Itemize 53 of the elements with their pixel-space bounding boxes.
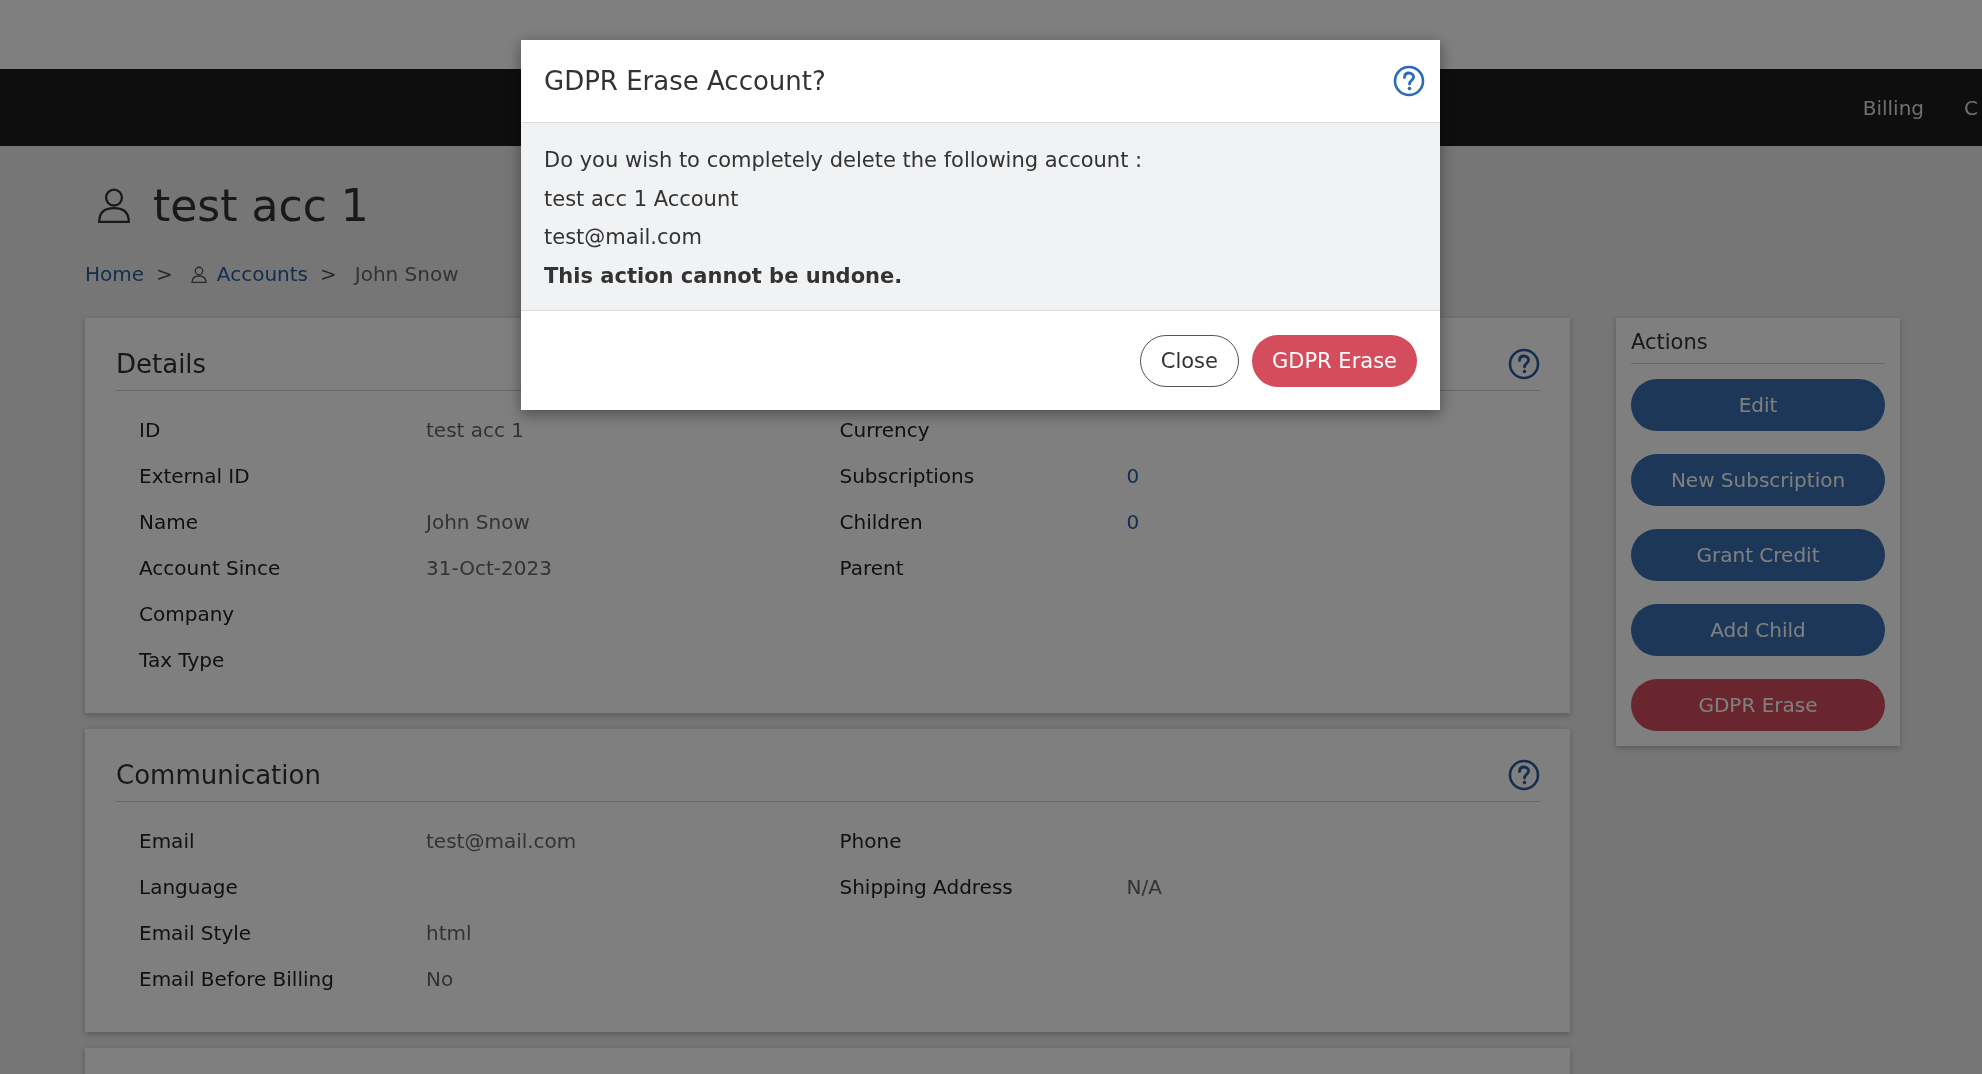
field-value[interactable]: 0: [1126, 464, 1140, 488]
dialog-button[interactable]: Close: [1139, 334, 1239, 387]
field-label: ID: [139, 418, 162, 442]
dialog-text: Do you wish to completely delete the following account :: [544, 147, 1144, 174]
field-value: No: [426, 967, 454, 991]
breadcrumb-link[interactable]: Accounts: [216, 262, 308, 286]
dialog-text: This action cannot be undone.: [544, 262, 904, 290]
help-icon[interactable]: [1508, 759, 1540, 791]
field-label: Subscriptions: [839, 464, 976, 488]
field-value: N/A: [1126, 875, 1162, 899]
dialog-text: test@mail.com: [544, 224, 703, 251]
action-button[interactable]: New Subscription: [1631, 454, 1885, 506]
breadcrumb-current: John Snow: [354, 262, 459, 286]
field-label: Phone: [839, 829, 903, 853]
field-value: John Snow: [426, 510, 530, 534]
field-label: Parent: [839, 556, 905, 580]
field-value: html: [426, 921, 472, 945]
field-label: External ID: [139, 464, 251, 488]
dialog-button[interactable]: GDPR Erase: [1252, 334, 1417, 387]
field-value[interactable]: 0: [1126, 510, 1140, 534]
nav-link[interactable]: C: [1964, 95, 1978, 120]
field-label: Name: [139, 510, 199, 534]
field-label: Email Before Billing: [139, 967, 335, 991]
field-label: Email Style: [139, 921, 253, 945]
page-title: test acc 1: [153, 179, 369, 231]
help-icon[interactable]: [1393, 65, 1425, 97]
field-value: 31-Oct-2023: [426, 556, 552, 580]
field-value: test acc 1: [426, 418, 525, 442]
action-button[interactable]: Edit: [1631, 379, 1885, 431]
breadcrumb-link[interactable]: Home: [85, 262, 145, 286]
user-icon: [190, 265, 207, 283]
field-label: Language: [139, 875, 239, 899]
field-label: Email: [139, 829, 196, 853]
breadcrumb-separator: >: [156, 262, 173, 286]
field-label: Account Since: [139, 556, 282, 580]
action-button[interactable]: GDPR Erase: [1631, 679, 1885, 731]
user-icon: [97, 187, 131, 223]
breadcrumb-separator: >: [320, 262, 337, 286]
field-label: Tax Type: [139, 648, 226, 672]
field-label: Shipping Address: [839, 875, 1014, 899]
field-label: Company: [139, 602, 236, 626]
help-icon[interactable]: [1508, 348, 1540, 380]
field-label: Currency: [839, 418, 931, 442]
dialog-title: GDPR Erase Account?: [544, 66, 826, 96]
field-label: Children: [839, 510, 924, 534]
dialog-text: test acc 1 Account: [544, 185, 740, 213]
field-value: test@mail.com: [426, 829, 577, 853]
panel-title: Actions: [1631, 330, 1885, 364]
nav-link[interactable]: Billing: [1862, 95, 1925, 120]
action-button[interactable]: Add Child: [1631, 604, 1885, 656]
action-button[interactable]: Grant Credit: [1631, 529, 1885, 581]
card-title: Details: [116, 349, 207, 379]
card-title: Communication: [116, 760, 321, 790]
